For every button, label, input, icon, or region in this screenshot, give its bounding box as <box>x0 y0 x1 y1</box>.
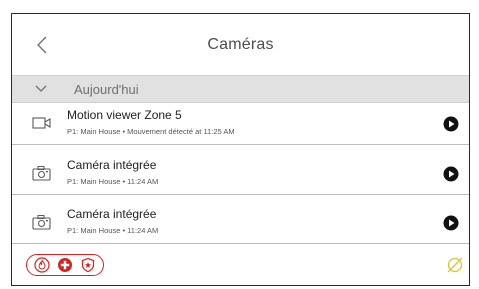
corner-code: ... <box>475 284 479 289</box>
play-icon[interactable] <box>443 116 459 132</box>
police-icon[interactable] <box>80 257 96 273</box>
section-today[interactable]: Aujourd'hui <box>12 75 469 103</box>
footer <box>12 250 469 285</box>
panic-buttons <box>26 254 104 276</box>
medical-icon[interactable] <box>57 257 73 273</box>
play-icon[interactable] <box>443 166 459 182</box>
event-subtitle: P1: Main House • Mouvement détecté at 11… <box>67 127 235 136</box>
event-title: Caméra intégrée <box>67 207 157 221</box>
disarmed-status-icon[interactable] <box>446 256 464 274</box>
play-icon[interactable] <box>443 215 459 231</box>
chevron-down-icon <box>35 85 47 92</box>
header: Caméras <box>12 14 469 74</box>
event-row[interactable]: Caméra intégrée P1: Main House • 11:24 A… <box>12 202 469 244</box>
camera-icon <box>32 166 51 181</box>
event-row[interactable]: Caméra intégrée P1: Main House • 11:24 A… <box>12 153 469 195</box>
event-title: Motion viewer Zone 5 <box>67 108 182 122</box>
event-subtitle: P1: Main House • 11:24 AM <box>67 226 159 235</box>
page-title: Caméras <box>207 36 274 53</box>
camera-icon <box>32 215 51 230</box>
fire-icon[interactable] <box>34 257 50 273</box>
section-label: Aujourd'hui <box>74 82 139 97</box>
event-title: Caméra intégrée <box>67 158 157 172</box>
screen-frame: Caméras Aujourd'hui Motion viewer Zone 5… <box>11 13 470 286</box>
video-camera-icon <box>32 117 51 129</box>
event-row[interactable]: Motion viewer Zone 5 P1: Main House • Mo… <box>12 103 469 145</box>
event-subtitle: P1: Main House • 11:24 AM <box>67 177 159 186</box>
